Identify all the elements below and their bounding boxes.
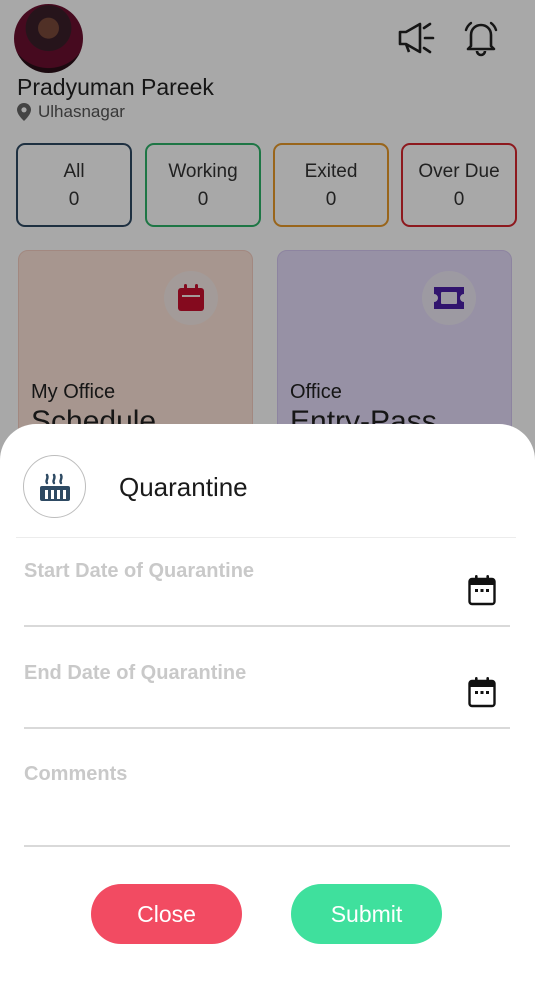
field-underline	[24, 727, 510, 729]
start-date-label: Start Date of Quarantine	[24, 560, 255, 582]
submit-button[interactable]: Submit	[291, 884, 442, 944]
divider	[16, 537, 516, 538]
calendar-icon[interactable]	[468, 676, 496, 708]
close-button[interactable]: Close	[91, 884, 242, 944]
quarantine-sheet: Quarantine Start Date of Quarantine End …	[0, 424, 535, 984]
sheet-title: Quarantine	[119, 472, 248, 502]
comments-label: Comments	[24, 763, 128, 785]
quarantine-icon-circle	[23, 455, 86, 518]
field-underline	[24, 625, 510, 627]
calendar-icon[interactable]	[468, 574, 496, 606]
field-underline	[24, 845, 510, 847]
end-date-label: End Date of Quarantine	[24, 662, 247, 684]
quarantine-icon	[39, 473, 70, 501]
